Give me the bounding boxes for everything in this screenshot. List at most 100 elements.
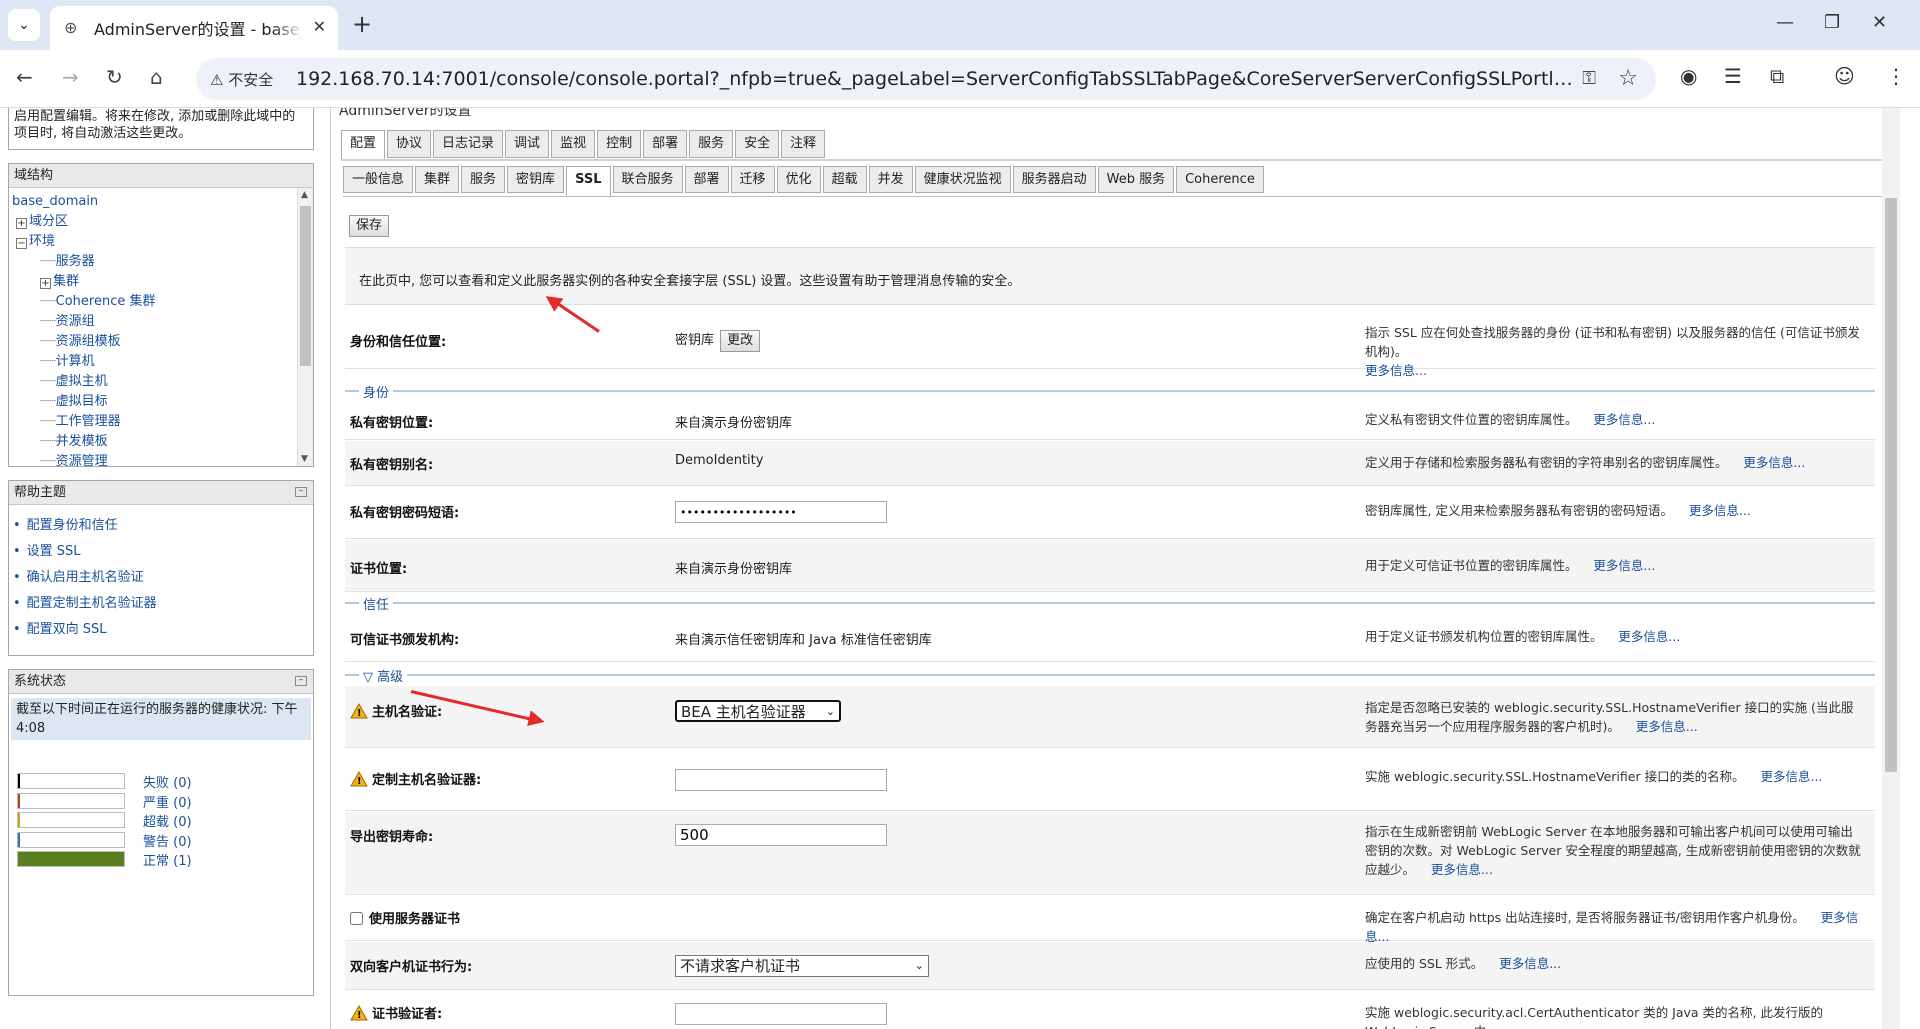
- sub-tab[interactable]: 部署: [684, 166, 729, 193]
- sub-tab[interactable]: Web 服务: [1097, 166, 1175, 193]
- more-info-link[interactable]: 更多信息...: [1689, 503, 1751, 518]
- tree-item-link[interactable]: 资源组模板: [56, 334, 121, 349]
- tree-scrollbar[interactable]: ▲ ▼: [297, 188, 313, 466]
- profile-avatar[interactable]: ☺: [1834, 64, 1855, 88]
- more-info-link[interactable]: 更多信息...: [1618, 629, 1680, 644]
- private-key-passphrase-input[interactable]: [675, 501, 887, 523]
- custom-hostname-verifier-input[interactable]: [675, 769, 887, 791]
- tab-search-button[interactable]: ⌄: [8, 9, 40, 41]
- help-topic-item[interactable]: 配置双向 SSL: [13, 617, 313, 643]
- tree-item[interactable]: − 环境: [12, 232, 313, 252]
- tree-item[interactable]: ┈┈资源组模板: [12, 332, 313, 352]
- restore-icon[interactable]: ❐: [1824, 12, 1840, 33]
- collapse-icon[interactable]: –: [295, 676, 307, 686]
- change-button[interactable]: 更改: [720, 330, 761, 352]
- main-tab[interactable]: 注释: [781, 130, 826, 158]
- sub-tab[interactable]: SSL: [566, 166, 611, 196]
- more-info-link[interactable]: 更多信息...: [1593, 558, 1655, 573]
- tree-item-link[interactable]: 域分区: [29, 214, 68, 229]
- sub-tab[interactable]: 迁移: [730, 166, 775, 193]
- sub-tab[interactable]: 服务器启动: [1012, 166, 1096, 193]
- forward-icon[interactable]: →: [62, 65, 79, 89]
- tree-item-link[interactable]: 环境: [29, 234, 55, 249]
- sub-tab[interactable]: 并发: [868, 166, 913, 193]
- export-key-lifespan-input[interactable]: [675, 824, 887, 846]
- address-bar[interactable]: ⚠ 不安全 192.168.70.14:7001/console/console…: [196, 58, 1656, 100]
- close-tab-icon[interactable]: ✕: [313, 17, 326, 36]
- help-topic-item[interactable]: 设置 SSL: [13, 539, 313, 565]
- tree-item[interactable]: + 集群: [12, 272, 313, 292]
- help-topic-item[interactable]: 配置定制主机名验证器: [13, 591, 313, 617]
- help-topic-link[interactable]: 配置身份和信任: [27, 518, 118, 533]
- main-scroll-thumb[interactable]: [1885, 198, 1897, 772]
- close-window-icon[interactable]: ✕: [1872, 12, 1887, 33]
- tree-root-link[interactable]: base_domain: [12, 194, 98, 209]
- sub-tab[interactable]: 密钥库: [507, 166, 565, 193]
- tree-item-link[interactable]: 集群: [53, 274, 79, 289]
- more-info-link[interactable]: 更多信息...: [1365, 363, 1427, 378]
- tree-item[interactable]: ┈┈虚拟主机: [12, 372, 313, 392]
- more-info-link[interactable]: 更多信息...: [1760, 769, 1822, 784]
- tree-item[interactable]: ┈┈计算机: [12, 352, 313, 372]
- scroll-down-icon[interactable]: ▼: [301, 454, 308, 464]
- main-tab[interactable]: 日志记录: [433, 130, 504, 158]
- home-icon[interactable]: ⌂: [150, 65, 163, 89]
- new-tab-button[interactable]: +: [352, 10, 372, 38]
- more-info-link[interactable]: 更多信息...: [1431, 862, 1493, 877]
- extension-bars-icon[interactable]: ☰: [1724, 64, 1742, 88]
- health-label[interactable]: 警告 (0): [143, 831, 192, 850]
- sub-tab[interactable]: 服务: [461, 166, 506, 193]
- main-tab[interactable]: 服务: [689, 130, 734, 158]
- extensions-puzzle-icon[interactable]: ⧉: [1770, 64, 1784, 88]
- sub-tab[interactable]: Coherence: [1176, 166, 1264, 193]
- more-info-link[interactable]: 更多信息...: [1593, 412, 1655, 427]
- bookmark-star-icon[interactable]: ☆: [1618, 66, 1638, 91]
- expand-icon[interactable]: +: [16, 218, 27, 229]
- hostname-verification-select[interactable]: BEA 主机名验证器 ⌄: [675, 700, 841, 722]
- sub-tab[interactable]: 健康状况监视: [914, 166, 1011, 193]
- tree-item-link[interactable]: 资源组: [56, 314, 95, 329]
- main-tab[interactable]: 安全: [735, 130, 780, 158]
- browser-tab[interactable]: ⊕ AdminServer的设置 - base_domain ✕: [50, 6, 338, 50]
- tree-scroll-thumb[interactable]: [300, 206, 311, 366]
- sub-tab[interactable]: 集群: [415, 166, 460, 193]
- main-tab[interactable]: 调试: [505, 130, 550, 158]
- sub-tab[interactable]: 联合服务: [612, 166, 683, 193]
- tree-item-link[interactable]: 资源管理: [56, 454, 108, 466]
- help-topic-link[interactable]: 配置定制主机名验证器: [27, 596, 157, 611]
- main-scrollbar[interactable]: [1882, 108, 1900, 1029]
- main-tab[interactable]: 配置: [341, 130, 386, 160]
- sub-tab[interactable]: 优化: [776, 166, 821, 193]
- tree-item-link[interactable]: Coherence 集群: [56, 294, 156, 309]
- health-label[interactable]: 正常 (1): [143, 850, 192, 869]
- menu-dots-icon[interactable]: ⋮: [1886, 64, 1906, 88]
- minimize-icon[interactable]: —: [1776, 12, 1794, 33]
- help-topic-item[interactable]: 确认启用主机名验证: [13, 565, 313, 591]
- tree-item-link[interactable]: 计算机: [56, 354, 95, 369]
- tree-item[interactable]: ┈┈虚拟目标: [12, 392, 313, 412]
- tree-item[interactable]: ┈┈资源组: [12, 312, 313, 332]
- tree-item-link[interactable]: 并发模板: [56, 434, 108, 449]
- main-tab[interactable]: 部署: [643, 130, 688, 158]
- scroll-up-icon[interactable]: ▲: [301, 190, 308, 200]
- tree-item[interactable]: ┈┈资源管理: [12, 452, 313, 466]
- more-info-link[interactable]: 更多信息...: [1743, 455, 1805, 470]
- main-tab[interactable]: 协议: [387, 130, 432, 158]
- reload-icon[interactable]: ↻: [106, 65, 123, 89]
- tree-item[interactable]: + 域分区: [12, 212, 313, 232]
- health-label[interactable]: 严重 (0): [143, 792, 192, 811]
- sub-tab[interactable]: 超载: [822, 166, 867, 193]
- tree-item[interactable]: ┈┈服务器: [12, 252, 313, 272]
- collapse-icon[interactable]: –: [295, 487, 307, 497]
- cert-authenticator-input[interactable]: [675, 1003, 887, 1025]
- expand-icon[interactable]: +: [40, 278, 51, 289]
- help-topic-link[interactable]: 配置双向 SSL: [27, 622, 107, 637]
- tree-item[interactable]: ┈┈工作管理器: [12, 412, 313, 432]
- tree-item-link[interactable]: 工作管理器: [56, 414, 121, 429]
- tree-root[interactable]: base_domain: [12, 192, 313, 212]
- help-topic-link[interactable]: 设置 SSL: [27, 544, 81, 559]
- tree-item-link[interactable]: 虚拟目标: [56, 394, 108, 409]
- tree-item[interactable]: ┈┈Coherence 集群: [12, 292, 313, 312]
- help-topic-link[interactable]: 确认启用主机名验证: [27, 570, 144, 585]
- health-label[interactable]: 失败 (0): [143, 772, 192, 791]
